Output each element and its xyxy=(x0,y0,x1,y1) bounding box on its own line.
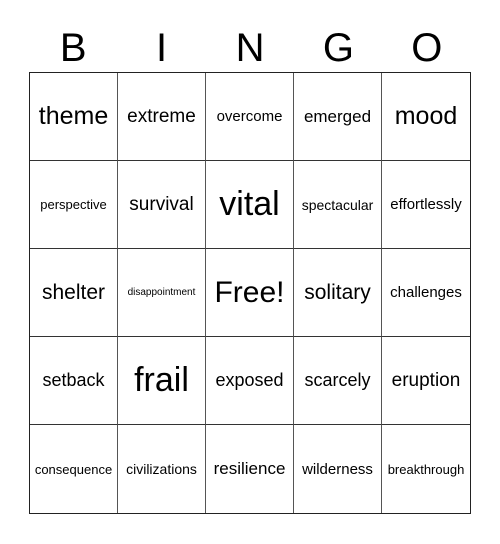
bingo-cell[interactable]: consequence xyxy=(30,425,118,513)
bingo-cell[interactable]: shelter xyxy=(30,249,118,337)
bingo-cell[interactable]: frail xyxy=(118,337,206,425)
bingo-cell[interactable]: setback xyxy=(30,337,118,425)
bingo-card-grid: theme extreme overcome emerged mood pers… xyxy=(29,72,471,514)
header-letter-o: O xyxy=(411,26,443,70)
bingo-cell[interactable]: wilderness xyxy=(294,425,382,513)
bingo-cell[interactable]: overcome xyxy=(206,73,294,161)
bingo-cell[interactable]: breakthrough xyxy=(382,425,470,513)
bingo-header: B I N G O xyxy=(29,24,471,72)
bingo-cell[interactable]: theme xyxy=(30,73,118,161)
header-letter-n: N xyxy=(235,26,265,70)
free-space-cell[interactable]: Free! xyxy=(206,249,294,337)
bingo-cell[interactable]: survival xyxy=(118,161,206,249)
bingo-cell[interactable]: spectacular xyxy=(294,161,382,249)
bingo-cell[interactable]: civilizations xyxy=(118,425,206,513)
bingo-cell[interactable]: extreme xyxy=(118,73,206,161)
bingo-cell[interactable]: exposed xyxy=(206,337,294,425)
bingo-cell[interactable]: emerged xyxy=(294,73,382,161)
bingo-cell[interactable]: perspective xyxy=(30,161,118,249)
header-letter-g: G xyxy=(322,26,354,70)
bingo-cell[interactable]: resilience xyxy=(206,425,294,513)
bingo-cell[interactable]: solitary xyxy=(294,249,382,337)
header-letter-b: B xyxy=(59,26,87,70)
header-letter-i: I xyxy=(156,26,168,70)
bingo-cell[interactable]: disappointment xyxy=(118,249,206,337)
bingo-cell[interactable]: effortlessly xyxy=(382,161,470,249)
bingo-cell[interactable]: mood xyxy=(382,73,470,161)
bingo-cell[interactable]: challenges xyxy=(382,249,470,337)
bingo-cell[interactable]: scarcely xyxy=(294,337,382,425)
bingo-cell[interactable]: vital xyxy=(206,161,294,249)
bingo-cell[interactable]: eruption xyxy=(382,337,470,425)
